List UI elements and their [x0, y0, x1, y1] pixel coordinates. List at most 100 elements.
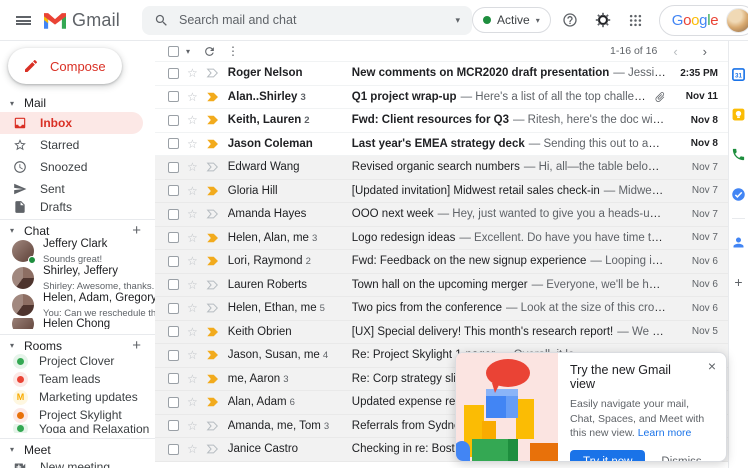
email-row[interactable]: ☆ Lori, Raymond2 Fwd: Feedback on the ne… [155, 250, 728, 274]
newer-page-button[interactable]: ‹ [664, 44, 686, 59]
chat-item[interactable]: Helen Chong [0, 318, 155, 329]
star-icon[interactable]: ☆ [187, 443, 198, 455]
importance-marker-icon[interactable] [206, 374, 220, 384]
sidebar-item-drafts[interactable]: Drafts [0, 200, 143, 214]
importance-marker-icon[interactable] [206, 162, 220, 172]
main-menu-button[interactable] [6, 3, 40, 37]
email-row[interactable]: ☆ Edward Wang Revised organic search num… [155, 156, 728, 180]
contacts-icon[interactable] [731, 235, 746, 250]
email-row[interactable]: ☆ Keith Obrien [UX] Special delivery! Th… [155, 321, 728, 345]
account-chip[interactable]: Google [659, 5, 748, 36]
new-room-button[interactable]: + [132, 338, 145, 353]
star-icon[interactable]: ☆ [187, 161, 198, 173]
email-row[interactable]: ☆ Gloria Hill [Updated invitation] Midwe… [155, 180, 728, 204]
row-checkbox[interactable] [168, 420, 179, 431]
sidebar-item-snoozed[interactable]: Snoozed [0, 156, 143, 178]
importance-marker-icon[interactable] [206, 233, 220, 243]
close-icon[interactable]: × [708, 359, 716, 373]
star-icon[interactable]: ☆ [187, 349, 198, 361]
older-page-button[interactable]: › [694, 44, 716, 59]
search-bar[interactable]: ▾ [142, 6, 472, 35]
sidebar-item-sent[interactable]: Sent [0, 178, 143, 200]
importance-marker-icon[interactable] [206, 139, 220, 149]
importance-marker-icon[interactable] [206, 256, 220, 266]
star-icon[interactable]: ☆ [187, 326, 198, 338]
star-icon[interactable]: ☆ [187, 232, 198, 244]
star-icon[interactable]: ☆ [187, 91, 198, 103]
star-icon[interactable]: ☆ [187, 138, 198, 150]
row-checkbox[interactable] [168, 279, 179, 290]
star-icon[interactable]: ☆ [187, 208, 198, 220]
status-chip[interactable]: Active ▾ [472, 7, 551, 33]
email-row[interactable]: ☆ Keith, Lauren2 Fwd: Client resources f… [155, 109, 728, 133]
star-icon[interactable]: ☆ [187, 67, 198, 79]
keep-icon[interactable] [731, 107, 746, 122]
email-row[interactable]: ☆ Amanda Hayes OOO next week— Hey, just … [155, 203, 728, 227]
email-row[interactable]: ☆ Helen, Ethan, me5 Two pics from the co… [155, 297, 728, 321]
star-icon[interactable]: ☆ [187, 373, 198, 385]
star-icon[interactable]: ☆ [187, 255, 198, 267]
learn-more-link[interactable]: Learn more [638, 427, 692, 439]
importance-marker-icon[interactable] [206, 209, 220, 219]
row-checkbox[interactable] [168, 185, 179, 196]
row-checkbox[interactable] [168, 209, 179, 220]
avatar[interactable] [726, 8, 748, 33]
row-checkbox[interactable] [168, 162, 179, 173]
room-item[interactable]: Team leads [0, 370, 155, 388]
try-it-now-button[interactable]: Try it now [570, 450, 645, 462]
importance-marker-icon[interactable] [206, 327, 220, 337]
compose-button[interactable]: Compose [8, 48, 122, 84]
settings-button[interactable] [589, 6, 617, 34]
more-options-icon[interactable]: ⋮ [223, 44, 243, 58]
star-icon[interactable]: ☆ [187, 396, 198, 408]
importance-marker-icon[interactable] [206, 280, 220, 290]
row-checkbox[interactable] [168, 232, 179, 243]
star-icon[interactable]: ☆ [187, 114, 198, 126]
room-item[interactable]: Project Skylight [0, 406, 155, 424]
star-icon[interactable]: ☆ [187, 279, 198, 291]
sidebar-item-new-meeting[interactable]: New meeting [0, 456, 143, 468]
email-row[interactable]: ☆ Roger Nelson New comments on MCR2020 d… [155, 62, 728, 86]
row-checkbox[interactable] [168, 68, 179, 79]
section-header-chat[interactable]: ▾ Chat + [0, 219, 155, 237]
row-checkbox[interactable] [168, 326, 179, 337]
calendar-icon[interactable] [731, 67, 746, 82]
importance-marker-icon[interactable] [206, 68, 220, 78]
star-icon[interactable]: ☆ [187, 420, 198, 432]
email-row[interactable]: ☆ Jason Coleman Last year's EMEA strateg… [155, 133, 728, 157]
row-checkbox[interactable] [168, 91, 179, 102]
row-checkbox[interactable] [168, 373, 179, 384]
row-checkbox[interactable] [168, 138, 179, 149]
voice-icon[interactable] [731, 147, 746, 162]
section-header-mail[interactable]: ▾ Mail [0, 94, 155, 112]
email-row[interactable]: ☆ Helen, Alan, me3 Logo redesign ideas— … [155, 227, 728, 251]
importance-marker-icon[interactable] [206, 303, 220, 313]
importance-marker-icon[interactable] [206, 444, 220, 454]
select-chevron-icon[interactable]: ▾ [186, 47, 190, 56]
row-checkbox[interactable] [168, 397, 179, 408]
importance-marker-icon[interactable] [206, 186, 220, 196]
room-item[interactable]: Yoga and Relaxation [0, 424, 155, 433]
star-icon[interactable]: ☆ [187, 302, 198, 314]
tasks-icon[interactable] [731, 187, 746, 202]
sidebar-item-inbox[interactable]: Inbox [0, 112, 143, 134]
chat-item[interactable]: Jeffery Clark Sounds great! [0, 237, 155, 264]
row-checkbox[interactable] [168, 115, 179, 126]
importance-marker-icon[interactable] [206, 397, 220, 407]
search-input[interactable] [179, 13, 445, 27]
email-row[interactable]: ☆ Lauren Roberts Town hall on the upcomi… [155, 274, 728, 298]
row-checkbox[interactable] [168, 350, 179, 361]
star-icon[interactable]: ☆ [187, 185, 198, 197]
add-icon[interactable]: + [734, 275, 742, 289]
importance-marker-icon[interactable] [206, 350, 220, 360]
select-all-checkbox[interactable] [168, 46, 179, 57]
refresh-icon[interactable] [203, 45, 216, 58]
email-row[interactable]: ☆ Alan..Shirley3 Q1 project wrap-up— Her… [155, 86, 728, 110]
chat-item[interactable]: Shirley, Jeffery Shirley: Awesome, thank… [0, 264, 155, 291]
row-checkbox[interactable] [168, 256, 179, 267]
sidebar-item-starred[interactable]: Starred [0, 134, 143, 156]
room-item[interactable]: Project Clover [0, 352, 155, 370]
row-checkbox[interactable] [168, 444, 179, 455]
section-header-rooms[interactable]: ▾ Rooms + [0, 334, 155, 352]
importance-marker-icon[interactable] [206, 115, 220, 125]
